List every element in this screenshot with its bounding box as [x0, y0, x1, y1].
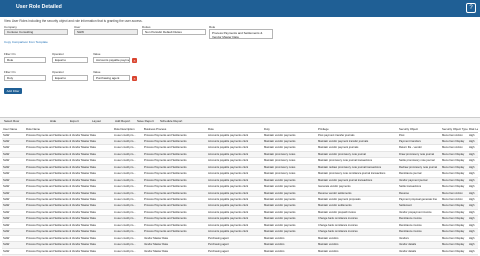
save-report-button[interactable]: Save Report — [137, 119, 154, 124]
table-row[interactable]: SHWProcess Payments and Settlements & Ve… — [2, 215, 478, 223]
table-cell: Menu Item Display — [441, 241, 468, 249]
filter-on-select[interactable]: Role — [4, 57, 46, 63]
table-cell: Menu Item Display — [441, 183, 468, 191]
results-table: User Name Role Name Role Description Busine… — [2, 126, 478, 256]
user-select[interactable]: SHW — [74, 29, 138, 35]
add-filter-button[interactable]: Add Filter — [4, 88, 22, 94]
filter-on-select[interactable]: Duty — [4, 75, 46, 81]
filter-on-label: Filter On — [4, 70, 16, 74]
table-row[interactable]: SHWProcess Payments and Settlements & Ve… — [2, 177, 478, 185]
table-cell: Payment proposal generate line — [398, 196, 441, 204]
value-label: Value — [93, 52, 101, 56]
operator-select[interactable]: Equal to — [52, 57, 88, 63]
layout-button[interactable]: Layout — [92, 119, 101, 124]
table-cell: Menu Item Display — [441, 151, 468, 159]
table-cell: Menu Item Display — [441, 202, 468, 210]
table-cell: Menu Item Display — [441, 228, 468, 236]
table-cell: Menu Item Display — [441, 157, 468, 165]
operator-label: Operator — [52, 70, 64, 74]
select-row-button[interactable]: Select Row — [4, 119, 19, 124]
table-row[interactable]: SHWProcess Payments and Settlements & Ve… — [2, 196, 478, 204]
duties-select[interactable]: Non Periodic Default Duties — [142, 29, 206, 35]
value-input[interactable]: Accounts payable payments — [93, 57, 130, 63]
table-row[interactable]: SHWProcess Payments and Settlements & Ve… — [2, 157, 478, 165]
table-cell: Menu Item Display — [441, 164, 468, 172]
table-cell: Menu Item Display — [441, 235, 468, 243]
hide-button[interactable]: Hide — [50, 119, 56, 124]
add-report-button[interactable]: Add Report — [115, 119, 130, 124]
value-label: Value — [93, 70, 101, 74]
company-select[interactable]: Contoso Consulting — [4, 29, 68, 35]
export-button[interactable]: Export — [70, 119, 79, 124]
table-cell: Menu Item Display — [441, 215, 468, 223]
page-description: View User Roles including the security o… — [4, 19, 143, 23]
app-header: User Role Detailed ? — [0, 0, 480, 17]
table-cell: Menu Item Display — [441, 177, 468, 185]
value-input[interactable]: Purchasing agent — [93, 75, 130, 81]
table-row[interactable]: SHWProcess Payments and Settlements & Ve… — [2, 164, 478, 172]
page-title: User Role Detailed — [16, 4, 62, 10]
table-row[interactable]: SHWProcess Payments and Settlements & Ve… — [2, 151, 478, 159]
table-cell: Menu Item Display — [441, 170, 468, 178]
table-cell: Settle promissory note journal — [398, 157, 441, 165]
clear-icon[interactable]: × — [132, 75, 137, 81]
table-row[interactable]: SHWProcess Payments and Settlements & Ve… — [2, 144, 478, 152]
help-icon[interactable]: ? — [466, 3, 476, 13]
table-row[interactable]: SHWProcess Payments and Settlements & Ve… — [2, 222, 478, 230]
table-row[interactable]: SHWProcess Payments and Settlements & Ve… — [2, 202, 478, 210]
table-row[interactable]: SHWProcess Payments and Settlements & Ve… — [2, 228, 478, 236]
table-row[interactable]: SHWProcess Payments and Settlements & Ve… — [2, 183, 478, 191]
table-row[interactable]: SHWProcess Payments and Settlements & Ve… — [2, 170, 478, 178]
table-row[interactable]: SHWProcess Payments and Settlements & Ve… — [2, 190, 478, 198]
table-row[interactable]: SHWProcess Payments and Settlements & Ve… — [2, 209, 478, 217]
table-cell: Redraw promissory note journal — [398, 164, 441, 172]
table-cell: Menu Item Display — [441, 222, 468, 230]
role-select[interactable]: Process Payments and Settlements & Vendo… — [209, 29, 273, 39]
table-row[interactable]: SHWProcess Payments and Settlements & Ve… — [2, 138, 478, 146]
table-cell: Menu Item Display — [441, 248, 468, 256]
filter-on-label: Filter On — [4, 52, 16, 56]
operator-select[interactable]: Equal to — [52, 75, 88, 81]
copy-template-link[interactable]: Copy Comparison from Template — [4, 40, 48, 44]
schedule-report-button[interactable]: Schedule Report — [160, 119, 182, 124]
operator-label: Operator — [52, 52, 64, 56]
clear-icon[interactable]: × — [132, 57, 137, 63]
table-cell: Menu Item Display — [441, 209, 468, 217]
table-cell: Menu Item Display — [441, 138, 468, 146]
report-toolbar: Select Row Hide Export Layout Add Report… — [0, 117, 480, 124]
